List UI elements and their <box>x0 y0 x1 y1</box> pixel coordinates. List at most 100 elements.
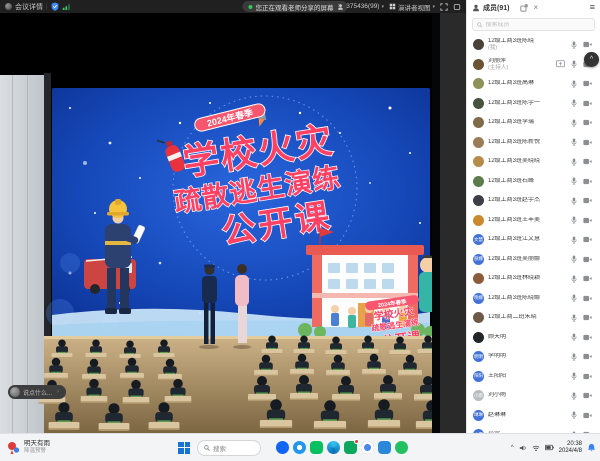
mic-icon[interactable] <box>570 255 578 263</box>
mic-icon[interactable] <box>570 392 578 400</box>
popout-window-icon[interactable] <box>453 3 461 11</box>
member-row[interactable]: 12级工商3班陈新悦 <box>467 133 600 153</box>
mic-icon[interactable] <box>570 80 578 88</box>
security-shield-icon[interactable] <box>51 2 59 11</box>
mic-icon[interactable] <box>570 41 578 49</box>
member-row[interactable]: 12级工商3班赵宇杰 <box>467 191 600 211</box>
member-row[interactable]: 文慧 12级工商3班江文慧 <box>467 230 600 250</box>
app-icon-edge[interactable] <box>327 441 340 454</box>
tray-expand-icon[interactable]: ^ <box>511 445 514 451</box>
video-edge <box>432 13 440 433</box>
camera-icon[interactable] <box>583 158 592 165</box>
member-row[interactable]: 刘丽萍 (主持人) <box>467 55 600 75</box>
member-row[interactable]: 12级工商3班王丰美 <box>467 211 600 231</box>
mic-icon[interactable] <box>570 411 578 419</box>
mic-icon[interactable] <box>570 216 578 224</box>
app-icon-green[interactable] <box>395 441 408 454</box>
mic-icon[interactable] <box>570 294 578 302</box>
camera-icon[interactable] <box>583 256 592 263</box>
meeting-topbar: 会议详情 | 您正在观看老师分享的屏幕 × 375436(99) <box>0 0 466 13</box>
member-row[interactable]: 丽娜 12级工商3班吴丽娜 <box>467 250 600 270</box>
mic-icon[interactable] <box>570 197 578 205</box>
search-input[interactable] <box>486 22 590 28</box>
viewer-count-control[interactable]: 375436(99) ▾ <box>337 3 384 11</box>
app-icon-camera[interactable] <box>378 441 391 454</box>
camera-icon[interactable] <box>583 353 592 360</box>
battery-icon[interactable] <box>545 444 554 451</box>
member-row[interactable]: 12级工商3班李瑞 <box>467 113 600 133</box>
mic-icon[interactable] <box>570 236 578 244</box>
member-row[interactable]: 12级工商3班陈晓 (我) <box>467 35 600 55</box>
app-icon-clock[interactable] <box>293 441 306 454</box>
member-row[interactable]: 阳阳 王阳阳 <box>467 367 600 387</box>
member-row[interactable]: 顾天明 <box>467 328 600 348</box>
camera-icon[interactable] <box>583 139 592 146</box>
taskbar-clock[interactable]: 20:38 2024/4/8 <box>559 441 582 455</box>
meeting-info[interactable]: 会议详情 | <box>0 2 71 12</box>
member-row[interactable]: 12级工商3班高琳 <box>467 74 600 94</box>
member-row[interactable]: 明明 李明明 <box>467 347 600 367</box>
member-avatar <box>473 117 484 128</box>
mic-icon[interactable] <box>570 158 578 166</box>
close-panel-icon[interactable]: × <box>533 4 538 12</box>
camera-icon[interactable] <box>583 392 592 399</box>
member-row[interactable]: 12级工商3班石峰 <box>467 172 600 192</box>
weather-widget[interactable]: 明天有雨 降温预警 <box>6 434 50 461</box>
member-list[interactable]: 12级工商3班陈晓 (我) 刘丽萍 (主持人) <box>467 35 600 433</box>
mic-icon[interactable] <box>570 119 578 127</box>
wifi-icon[interactable] <box>532 444 540 452</box>
notification-bell-icon[interactable] <box>587 443 596 452</box>
member-row[interactable]: 小雷 小雷 <box>467 425 600 433</box>
camera-icon[interactable] <box>583 275 592 282</box>
camera-icon[interactable] <box>583 178 592 185</box>
camera-icon[interactable] <box>583 217 592 224</box>
member-avatar <box>473 78 484 89</box>
mic-icon[interactable] <box>570 275 578 283</box>
member-row[interactable]: 晓娜 12级工商3班陈晓娜 <box>467 289 600 309</box>
member-row[interactable]: 琳琳 赵琳琳 <box>467 406 600 426</box>
mic-icon[interactable] <box>570 60 578 68</box>
app-icon-wechat[interactable] <box>310 441 323 454</box>
member-row[interactable]: 12级工商二班朱晓 <box>467 308 600 328</box>
camera-icon[interactable] <box>583 80 592 87</box>
hamburger-menu-icon[interactable]: ≡ <box>590 3 595 12</box>
live-video-feed[interactable]: 2024年春季 学校火灾 疏散逃生演练 公开课 <box>0 13 440 433</box>
camera-icon[interactable] <box>583 100 592 107</box>
mic-icon[interactable] <box>570 138 578 146</box>
app-icon-blue[interactable] <box>276 441 289 454</box>
member-row[interactable]: 12级工商3班陈宇一 <box>467 94 600 114</box>
mic-icon[interactable] <box>570 372 578 380</box>
camera-icon[interactable] <box>583 373 592 380</box>
member-search-box[interactable] <box>472 18 595 31</box>
member-row[interactable]: 12级工商3班林晓颖 <box>467 269 600 289</box>
speaker-icon[interactable] <box>519 444 527 452</box>
scroll-to-top-button[interactable]: ^ <box>584 52 599 67</box>
watching-share-banner[interactable]: 您正在观看老师分享的屏幕 × <box>242 1 347 12</box>
network-signal-icon[interactable] <box>62 3 71 11</box>
taskbar-search-box[interactable]: 搜索 <box>197 440 261 456</box>
app-icon-chrome[interactable] <box>361 441 374 454</box>
popout-panel-icon[interactable] <box>520 4 528 12</box>
search-icon <box>204 445 210 451</box>
windows-start-button[interactable] <box>178 442 190 454</box>
camera-icon[interactable] <box>583 41 592 48</box>
camera-icon[interactable] <box>583 236 592 243</box>
fullscreen-icon[interactable] <box>440 3 448 11</box>
camera-icon[interactable] <box>583 295 592 302</box>
mic-icon[interactable] <box>570 353 578 361</box>
camera-icon[interactable] <box>583 197 592 204</box>
mic-icon[interactable] <box>570 99 578 107</box>
camera-icon[interactable] <box>583 314 592 321</box>
member-row[interactable]: 12级工商3班吴晓晓 <box>467 152 600 172</box>
mic-icon[interactable] <box>570 314 578 322</box>
camera-icon[interactable] <box>583 334 592 341</box>
view-mode-control[interactable]: 演讲者视图 ▾ <box>389 2 435 12</box>
camera-icon[interactable] <box>583 119 592 126</box>
mic-icon[interactable] <box>570 333 578 341</box>
app-icon-messages[interactable] <box>344 441 357 454</box>
member-row[interactable]: 小雨 刘小雨 <box>467 386 600 406</box>
chat-input-pill[interactable]: 说点什么... › <box>8 385 66 399</box>
mic-icon[interactable] <box>570 177 578 185</box>
member-avatar: 文慧 <box>473 234 484 245</box>
camera-icon[interactable] <box>583 412 592 419</box>
